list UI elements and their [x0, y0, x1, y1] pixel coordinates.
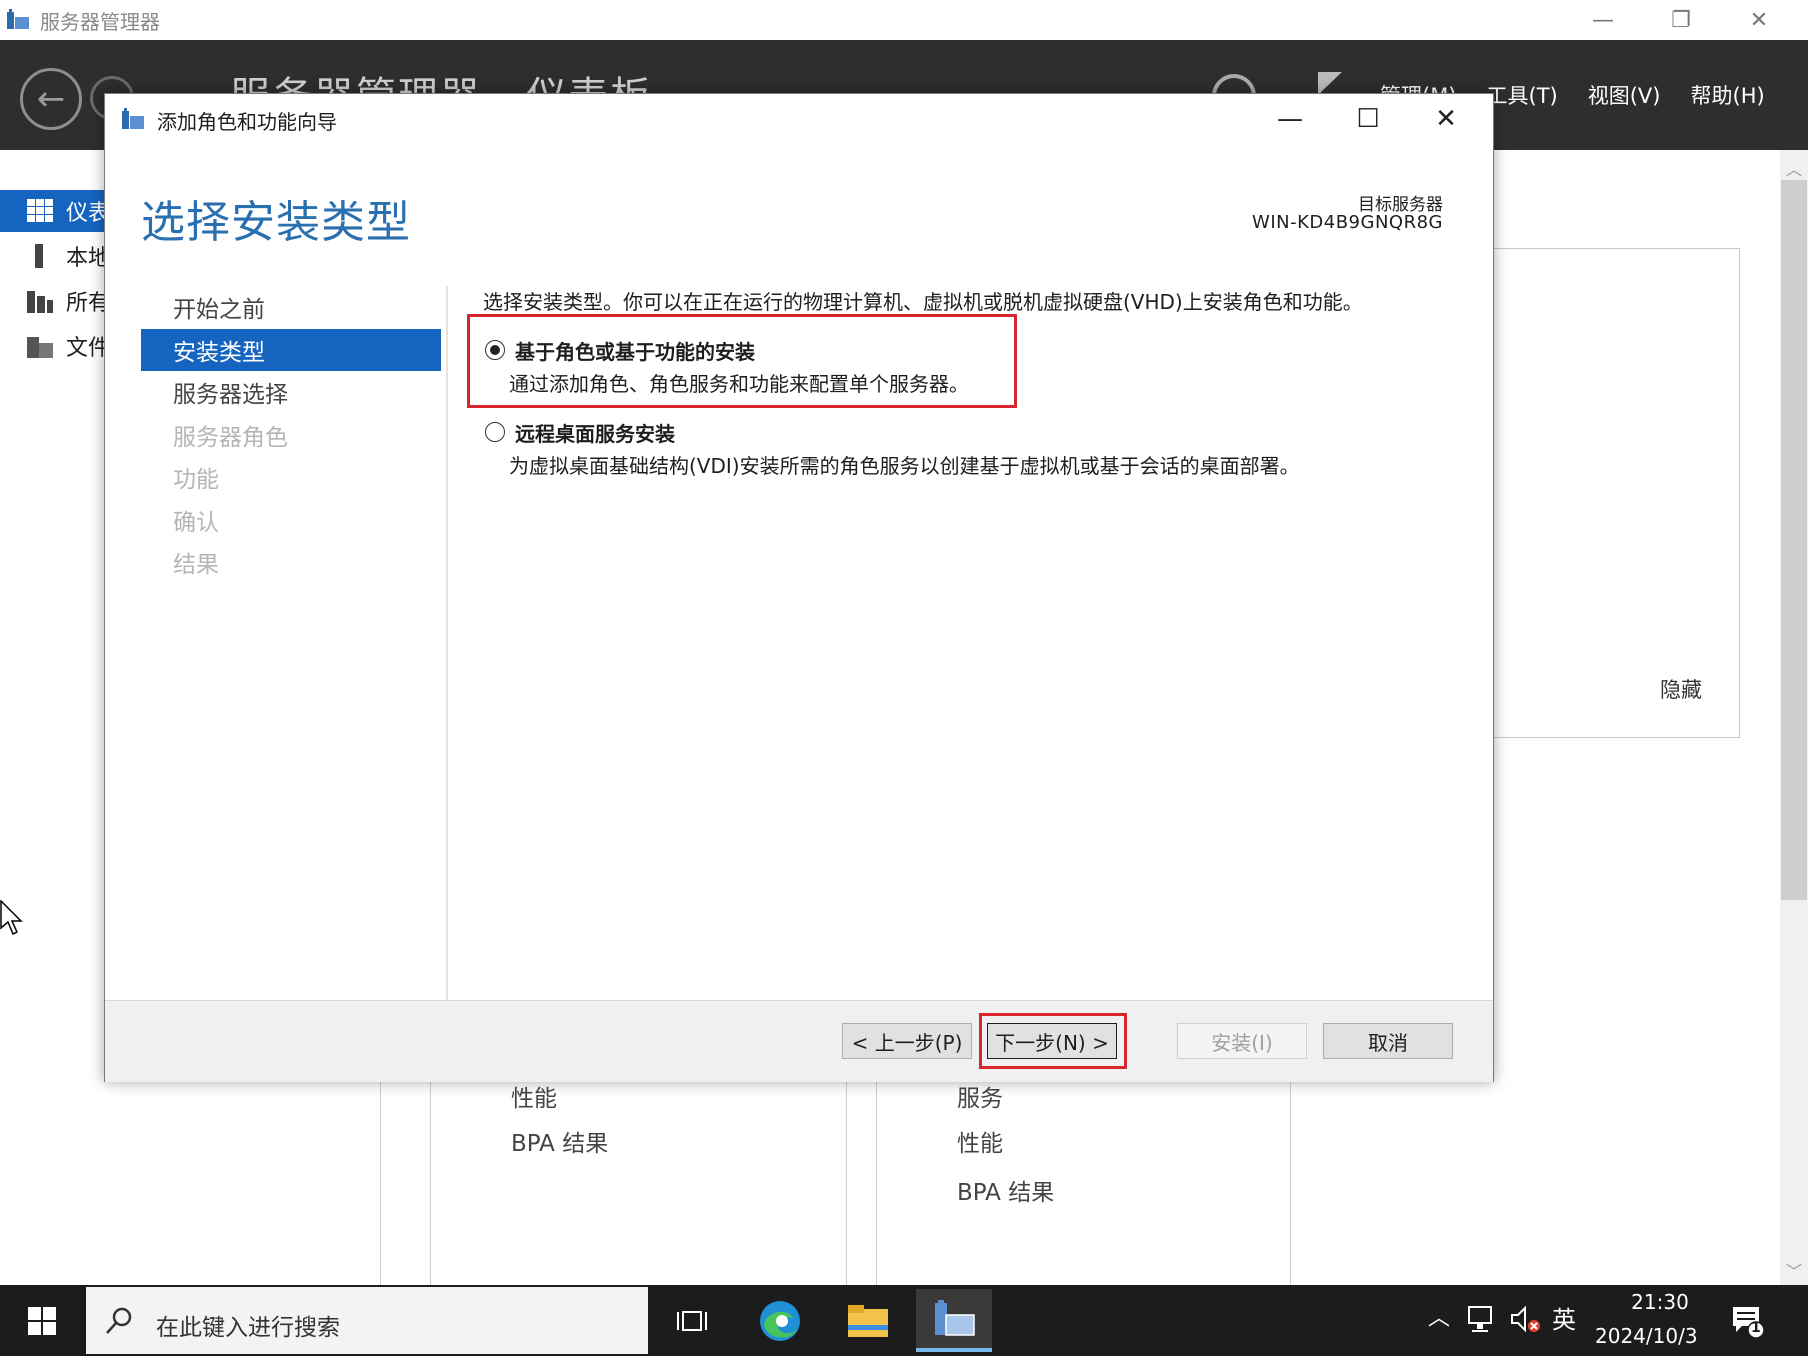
- wizard-app-icon: [122, 108, 144, 129]
- minimize-icon[interactable]: —: [1564, 0, 1642, 40]
- tray-expand-icon[interactable]: ︿: [1428, 1300, 1450, 1332]
- install-button: 安装(I): [1177, 1023, 1307, 1059]
- tile-item-bpa[interactable]: BPA 结果: [511, 1124, 608, 1158]
- radio-selected-dot: [490, 345, 500, 355]
- windows-logo-icon: [28, 1306, 56, 1335]
- tile-item-bpa[interactable]: BPA 结果: [957, 1173, 1054, 1207]
- file-storage-icon: [27, 337, 53, 358]
- remote-desktop-radio[interactable]: [485, 422, 505, 442]
- servers-icon: [27, 291, 53, 313]
- dashboard-tile-right: 服务 性能 BPA 结果: [876, 1079, 1291, 1285]
- task-view-icon: [677, 1310, 707, 1331]
- edge-taskbar-button[interactable]: [742, 1289, 818, 1352]
- start-button[interactable]: [0, 1285, 84, 1356]
- add-roles-wizard-dialog: 添加角色和功能向导 — ☐ ✕ 选择安装类型 目标服务器 WIN-KD4B9GN…: [104, 93, 1494, 1082]
- input-language-indicator[interactable]: 英: [1552, 1300, 1576, 1335]
- mouse-cursor-icon: [0, 900, 23, 936]
- file-explorer-taskbar-button[interactable]: [830, 1289, 906, 1352]
- step-results: 结果: [173, 552, 219, 578]
- scrollbar-thumb[interactable]: [1781, 180, 1807, 900]
- nav-item-all-servers[interactable]: 所有: [0, 280, 110, 322]
- cancel-button[interactable]: 取消: [1323, 1023, 1453, 1059]
- action-center-button[interactable]: 1: [1730, 1304, 1765, 1339]
- restore-icon[interactable]: ❐: [1642, 0, 1720, 40]
- task-view-button[interactable]: [654, 1289, 730, 1352]
- notification-count: 1: [1751, 1320, 1761, 1336]
- server-manager-app-icon: [7, 9, 29, 29]
- tile-divider: [380, 1079, 381, 1285]
- wizard-title: 添加角色和功能向导: [157, 110, 337, 134]
- server-manager-title: 服务器管理器: [40, 10, 160, 34]
- file-explorer-icon: [848, 1304, 888, 1337]
- page-title: 选择安装类型: [141, 197, 411, 248]
- network-icon[interactable]: [1466, 1304, 1500, 1334]
- tile-item-performance[interactable]: 性能: [511, 1079, 557, 1113]
- tile-item-performance[interactable]: 性能: [957, 1124, 1003, 1158]
- remote-desktop-option-description: 为虚拟桌面基础结构(VDI)安装所需的角色服务以创建基于虚拟机或基于会话的桌面部…: [509, 454, 1300, 478]
- scroll-up-icon[interactable]: ︿: [1780, 156, 1808, 179]
- server-manager-icon: [935, 1299, 975, 1336]
- scroll-down-icon[interactable]: ﹀: [1780, 1258, 1808, 1281]
- maximize-icon[interactable]: ☐: [1329, 94, 1407, 144]
- server-icon: [35, 244, 43, 268]
- tile-item-services[interactable]: 服务: [957, 1079, 1003, 1113]
- minimize-icon[interactable]: —: [1251, 94, 1329, 144]
- step-confirmation: 确认: [173, 510, 219, 536]
- intro-text: 选择安装类型。你可以在正在运行的物理计算机、虚拟机或脱机虚拟硬盘(VHD)上安装…: [483, 290, 1363, 314]
- step-installation-type[interactable]: 安装类型: [141, 329, 441, 371]
- volume-muted-icon[interactable]: [1508, 1304, 1542, 1334]
- edge-browser-icon: [760, 1300, 800, 1341]
- nav-item-file-services[interactable]: 文件: [0, 325, 110, 367]
- menu-tools[interactable]: 工具(T): [1487, 80, 1558, 110]
- clock-time[interactable]: 21:30: [1620, 1290, 1700, 1314]
- steps-divider: [446, 286, 448, 1061]
- role-based-radio[interactable]: [485, 340, 505, 360]
- step-server-roles: 服务器角色: [173, 425, 288, 451]
- server-manager-titlebar: [0, 0, 1808, 40]
- dashboard-welcome-panel: [1490, 248, 1740, 738]
- server-manager-taskbar-button[interactable]: [916, 1289, 992, 1352]
- clock-date[interactable]: 2024/10/3: [1595, 1324, 1698, 1348]
- target-server-name: WIN-KD4B9GNQR8G: [1252, 212, 1443, 233]
- search-icon: [106, 1307, 132, 1334]
- hide-link[interactable]: 隐藏: [1660, 674, 1702, 704]
- nav-item-dashboard[interactable]: 仪表: [0, 190, 110, 232]
- back-arrow-icon[interactable]: ←: [20, 68, 82, 130]
- menu-view[interactable]: 视图(V): [1588, 80, 1661, 110]
- role-based-option-title[interactable]: 基于角色或基于功能的安装: [515, 336, 755, 365]
- step-server-selection[interactable]: 服务器选择: [141, 371, 441, 413]
- dashboard-icon: [27, 199, 53, 222]
- close-icon[interactable]: ✕: [1720, 0, 1798, 40]
- dashboard-tile-left: 性能 BPA 结果: [430, 1079, 847, 1285]
- previous-button[interactable]: < 上一步(P): [842, 1023, 972, 1059]
- step-features: 功能: [173, 467, 219, 493]
- next-button[interactable]: 下一步(N) >: [987, 1023, 1117, 1059]
- role-based-option-description: 通过添加角色、角色服务和功能来配置单个服务器。: [509, 372, 969, 396]
- step-before-you-begin[interactable]: 开始之前: [141, 286, 441, 328]
- menu-help[interactable]: 帮助(H): [1691, 80, 1765, 110]
- close-icon[interactable]: ✕: [1407, 94, 1485, 144]
- nav-item-local-server[interactable]: 本地: [0, 235, 110, 277]
- remote-desktop-option-title[interactable]: 远程桌面服务安装: [515, 418, 675, 447]
- search-placeholder: 在此键入进行搜索: [156, 1315, 340, 1341]
